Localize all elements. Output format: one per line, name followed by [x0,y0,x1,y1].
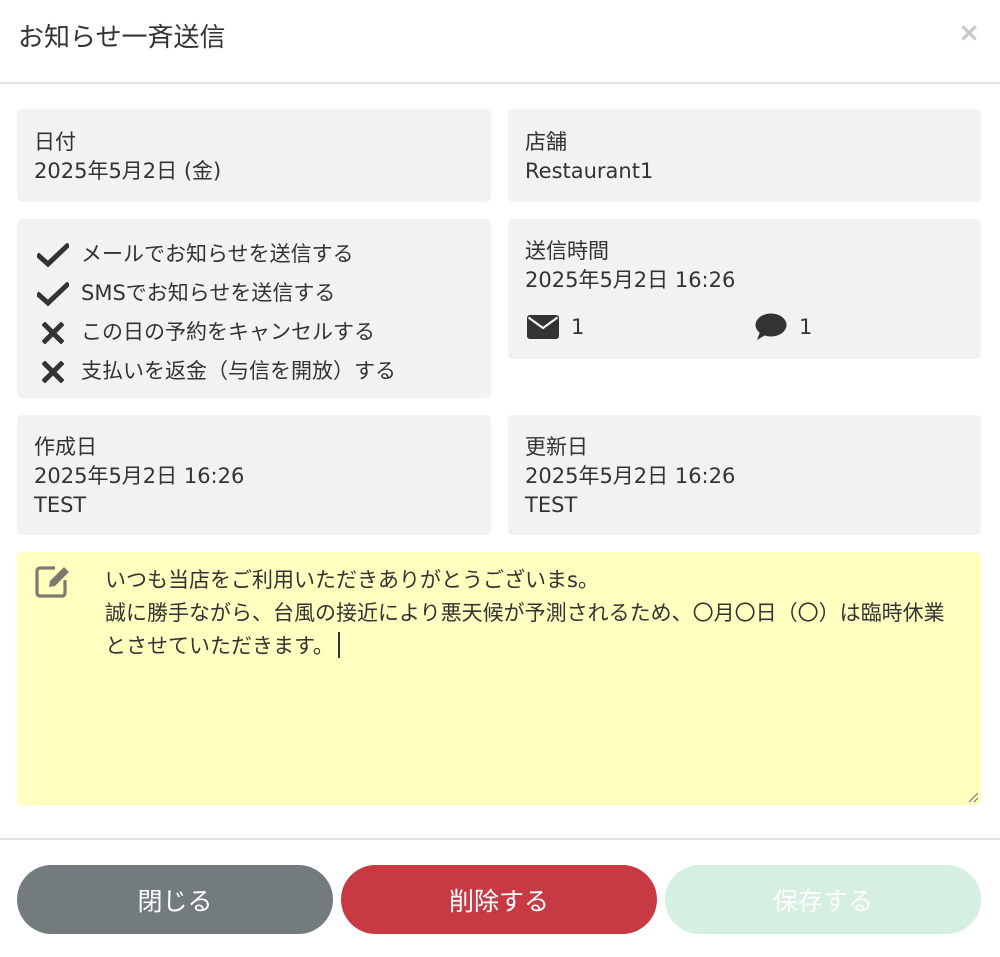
date-value: 2025年5月2日 (金) [34,159,222,183]
dialog-title: お知らせ一斉送信 [18,23,226,53]
created-user: TEST [34,493,87,517]
updated-user: TEST [525,493,578,517]
updated-label: 更新日 [525,435,588,459]
date-label: 日付 [34,130,76,154]
text-caret [337,632,340,658]
store-label: 店舗 [525,130,567,154]
option-cancel-reservations: この日の予約をキャンセルする [34,313,474,352]
send-counts: 1 1 [525,311,965,343]
mail-count-value: 1 [571,314,585,339]
option-label: この日の予約をキャンセルする [81,320,375,344]
option-send-sms: SMSでお知らせを送信する [34,274,474,313]
created-date: 2025年5月2日 16:26 [34,464,245,488]
date-card: 日付 2025年5月2日 (金) [17,109,491,202]
cross-icon [37,359,69,385]
cross-icon [37,320,69,346]
check-icon [37,242,69,268]
dialog-header: お知らせ一斉送信 × [0,0,1000,84]
close-icon[interactable]: × [958,18,980,48]
updated-date: 2025年5月2日 16:26 [525,464,736,488]
updated-card: 更新日 2025年5月2日 16:26 TEST [508,415,981,535]
mail-count: 1 [527,311,584,343]
option-send-email: メールでお知らせを送信する [34,235,474,274]
resize-handle-icon[interactable] [967,791,979,803]
comment-icon [755,313,787,340]
send-time-value: 2025年5月2日 16:26 [525,268,736,292]
envelope-icon [527,315,559,339]
store-card: 店舗 Restaurant1 [508,109,981,202]
created-label: 作成日 [34,435,97,459]
message-textarea[interactable]: いつも当店をご利用いただきありがとうございまs。 誠に勝手ながら、台風の接近によ… [17,552,981,805]
created-card: 作成日 2025年5月2日 16:26 TEST [17,415,491,535]
check-icon [37,281,69,307]
option-label: メールでお知らせを送信する [81,242,354,266]
option-label: SMSでお知らせを送信する [81,281,336,305]
store-value: Restaurant1 [525,159,654,183]
delete-button[interactable]: 削除する [341,865,657,934]
message-text[interactable]: いつも当店をご利用いただきありがとうございまs。 誠に勝手ながら、台風の接近によ… [105,564,965,663]
option-label: 支払いを返金（与信を開放）する [81,359,396,383]
options-card: メールでお知らせを送信する SMSでお知らせを送信する この日の予約をキャンセル… [17,219,491,398]
send-time-label: 送信時間 [525,239,609,263]
send-time-card: 送信時間 2025年5月2日 16:26 1 1 [508,219,981,359]
edit-icon [35,566,69,598]
save-button[interactable]: 保存する [665,865,981,934]
sms-count-value: 1 [799,314,813,339]
footer-divider [0,838,1000,840]
sms-count: 1 [755,311,812,343]
close-button[interactable]: 閉じる [17,865,333,934]
option-refund-payment: 支払いを返金（与信を開放）する [34,352,474,391]
message-content: いつも当店をご利用いただきありがとうございまs。 誠に勝手ながら、台風の接近によ… [105,568,945,658]
